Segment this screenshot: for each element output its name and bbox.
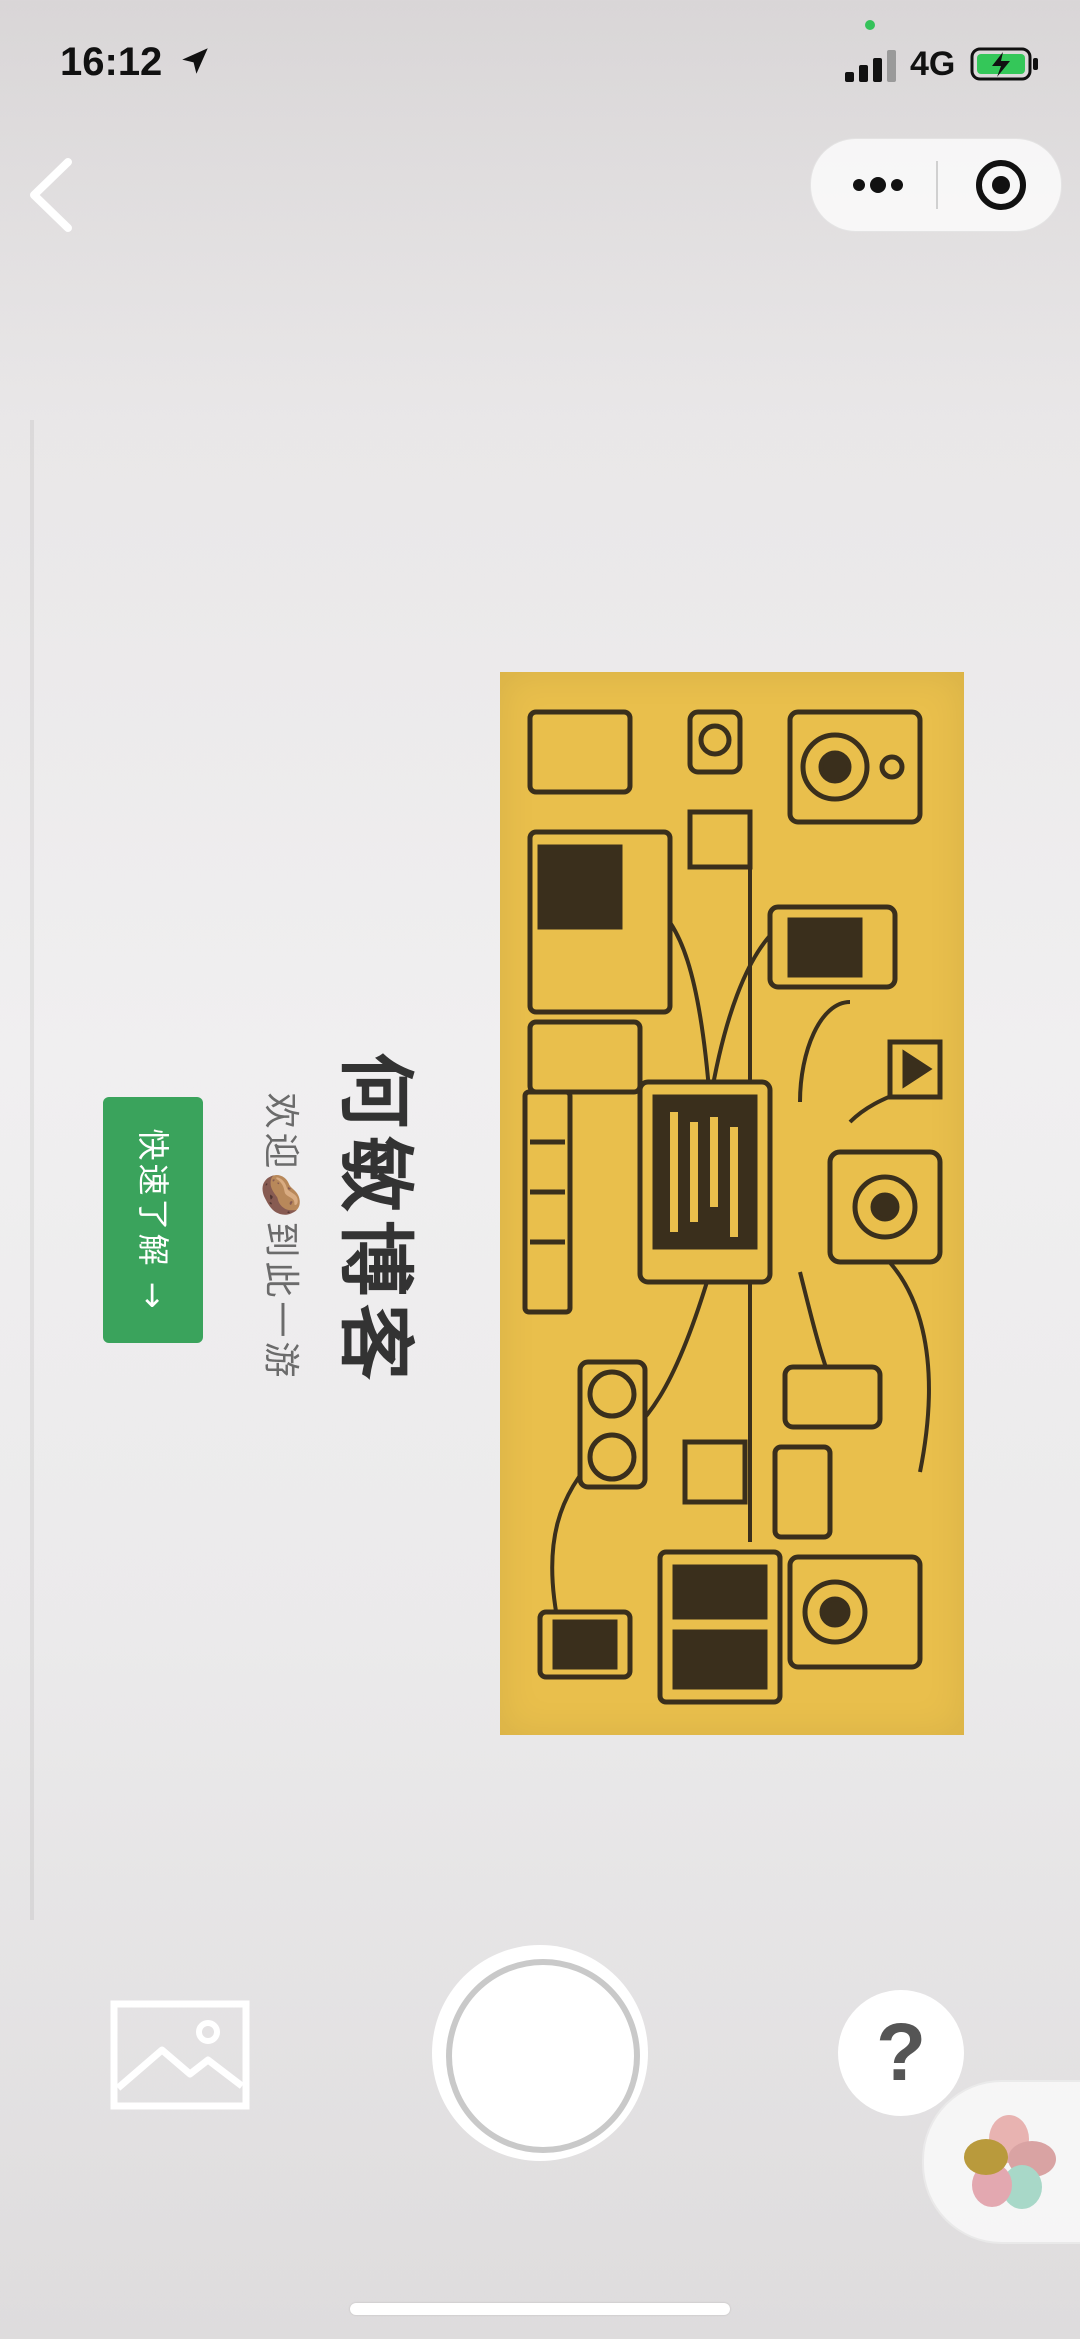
blog-title: 何敏博客 — [331, 1052, 420, 1388]
status-time: 16:12 — [60, 40, 163, 84]
home-indicator[interactable] — [350, 2303, 730, 2315]
capsule-divider — [936, 161, 938, 209]
shutter-button[interactable] — [432, 1945, 648, 2161]
more-dots-icon[interactable] — [821, 145, 931, 225]
learn-more-button: 快速了解 → — [103, 1097, 203, 1343]
target-close-icon[interactable] — [951, 145, 1051, 225]
image-icon[interactable] — [110, 2000, 250, 2110]
back-chevron-icon[interactable] — [18, 150, 88, 240]
help-button[interactable]: ? — [838, 1990, 964, 2116]
network-type: 4G — [910, 45, 956, 83]
battery-charging-icon — [970, 47, 1038, 81]
location-arrow-icon — [182, 48, 208, 74]
miniprogram-capsule — [810, 138, 1062, 232]
status-bar: 16:12 4G — [0, 0, 1080, 130]
banner-illustration — [500, 672, 964, 1735]
floating-app-ball[interactable] — [922, 2080, 1080, 2244]
document-edge — [30, 420, 34, 1920]
devices-network-illustration — [522, 709, 943, 1705]
blog-subtitle: 欢迎🥔到此一游 — [260, 1092, 301, 1382]
privacy-indicator-dot — [865, 20, 875, 30]
signal-icon — [845, 50, 896, 82]
shutter-inner-ring — [446, 1959, 640, 2153]
app-flower-icon — [964, 2115, 1056, 2209]
